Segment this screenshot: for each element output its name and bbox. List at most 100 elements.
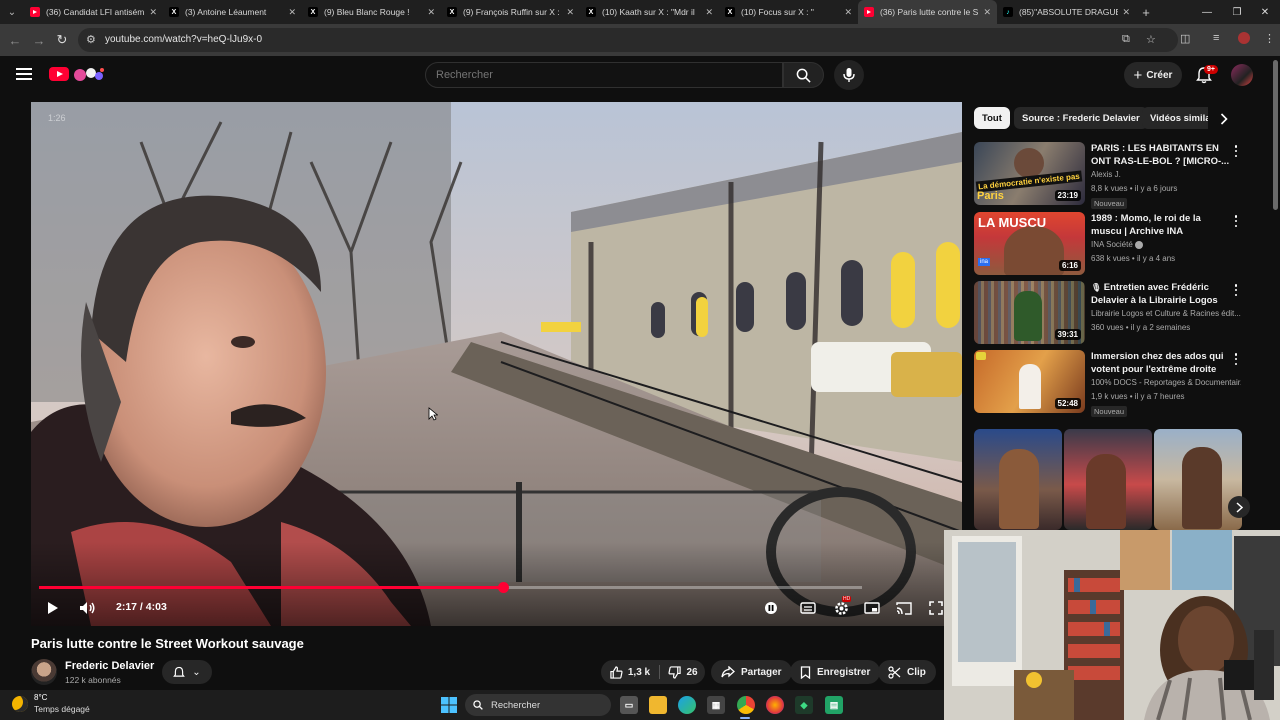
store-icon[interactable]: ▦ bbox=[707, 696, 725, 714]
address-bar[interactable]: ⚙ youtube.com/watch?v=heQ-lJu9x-0 ⧉ ☆ bbox=[78, 28, 1178, 52]
task-view-icon[interactable]: ▭ bbox=[620, 696, 638, 714]
voice-search-button[interactable] bbox=[834, 60, 864, 90]
weather-moon-icon[interactable] bbox=[12, 696, 28, 712]
chip-source[interactable]: Source : Frederic Delavier bbox=[1014, 107, 1148, 129]
browser-tab[interactable]: X (9) Bleu Blanc Rouge ! ✕ bbox=[302, 0, 441, 24]
miniplayer-button[interactable] bbox=[863, 598, 881, 618]
more-options-icon[interactable] bbox=[1232, 352, 1240, 366]
new-tab-button[interactable]: + bbox=[1136, 5, 1156, 20]
tab-close-icon[interactable]: ✕ bbox=[844, 7, 852, 18]
browser-tab[interactable]: (36) Candidat LFI antisém ✕ bbox=[24, 0, 163, 24]
browser-tab[interactable]: X (3) Antoine Léaument ✕ bbox=[163, 0, 302, 24]
autoplay-toggle[interactable] bbox=[763, 598, 779, 618]
reload-icon[interactable]: ↻ bbox=[53, 31, 71, 49]
chrome-browser-icon[interactable] bbox=[737, 696, 755, 714]
save-button[interactable]: Enregistrer bbox=[790, 660, 881, 684]
chips-next-button[interactable] bbox=[1215, 110, 1233, 128]
page-scrollbar[interactable] bbox=[1273, 60, 1278, 210]
progress-scrubber-handle[interactable] bbox=[498, 582, 509, 593]
tab-close-icon[interactable]: ✕ bbox=[149, 7, 157, 18]
create-button[interactable]: + Créer bbox=[1124, 62, 1182, 88]
install-app-icon[interactable]: ⧉ bbox=[1122, 33, 1130, 46]
youtube-logo[interactable] bbox=[49, 67, 69, 81]
tab-close-icon[interactable]: ✕ bbox=[288, 7, 296, 18]
dislike-button[interactable]: 26 bbox=[661, 660, 705, 684]
chip-similar[interactable]: Vidéos simila bbox=[1142, 107, 1208, 129]
channel-name[interactable]: Frederic Delavier bbox=[65, 660, 154, 672]
browser-menu-icon[interactable]: ⋮ bbox=[1264, 32, 1275, 45]
browser-tab[interactable]: X (10) Focus sur X : " ✕ bbox=[719, 0, 858, 24]
spreadsheet-app-icon[interactable]: ▤ bbox=[825, 696, 843, 714]
minimize-icon[interactable]: — bbox=[1192, 0, 1222, 24]
short-thumbnail[interactable] bbox=[974, 429, 1062, 530]
more-options-icon[interactable] bbox=[1232, 214, 1240, 228]
video-thumbnail[interactable]: La démocratie n'existe pas Paris 23:19 bbox=[974, 142, 1085, 205]
short-thumbnail[interactable] bbox=[1064, 429, 1152, 530]
recommendation-channel[interactable]: 100% DOCS - Reportages & Documentair... bbox=[1091, 378, 1241, 387]
cast-button[interactable] bbox=[895, 598, 913, 618]
fullscreen-button[interactable] bbox=[927, 598, 945, 618]
search-input[interactable] bbox=[425, 62, 783, 88]
progress-bar[interactable] bbox=[39, 582, 862, 593]
video-thumbnail[interactable]: 52:48 bbox=[974, 350, 1085, 413]
play-button[interactable] bbox=[44, 598, 62, 618]
video-player[interactable]: 1:26 2:17 / 4:03 HD bbox=[31, 102, 962, 626]
edge-browser-icon[interactable] bbox=[678, 696, 696, 714]
tab-close-icon[interactable]: ✕ bbox=[705, 7, 713, 18]
forward-arrow-icon[interactable]: → bbox=[30, 31, 48, 49]
extensions-icon[interactable]: ◫ bbox=[1180, 32, 1190, 45]
chip-all[interactable]: Tout bbox=[974, 107, 1010, 129]
recommendation-item[interactable]: 39:31 🎙 Entretien avec Frédéric Delavier… bbox=[974, 281, 1246, 345]
subscription-notifications-button[interactable]: ⌄ bbox=[162, 660, 212, 684]
windows-start-icon[interactable] bbox=[440, 696, 458, 714]
recommendation-channel[interactable]: Librairie Logos et Culture & Racines édi… bbox=[1091, 309, 1241, 318]
recommendation-title[interactable]: 1989 : Momo, le roi de la muscu | Archiv… bbox=[1091, 212, 1231, 238]
tab-close-icon[interactable]: ✕ bbox=[427, 7, 435, 18]
media-control-icon[interactable]: ≡ bbox=[1213, 32, 1219, 44]
taskbar-search[interactable]: Rechercher bbox=[465, 694, 611, 716]
recommendation-item[interactable]: La démocratie n'existe pas Paris 23:19 P… bbox=[974, 142, 1246, 209]
mute-button[interactable] bbox=[77, 598, 97, 618]
video-thumbnail[interactable]: LA MUSCU ina 6:16 bbox=[974, 212, 1085, 275]
share-button[interactable]: Partager bbox=[711, 660, 792, 684]
site-info-icon[interactable]: ⚙ bbox=[86, 33, 96, 46]
tab-close-icon[interactable]: ✕ bbox=[983, 7, 991, 18]
firefox-browser-icon[interactable] bbox=[766, 696, 784, 714]
recommendation-item[interactable]: LA MUSCU ina 6:16 1989 : Momo, le roi de… bbox=[974, 212, 1246, 276]
like-button[interactable]: 1,3 k bbox=[601, 660, 659, 684]
video-duration: 39:31 bbox=[1054, 329, 1081, 340]
browser-tab[interactable]: X (9) François Ruffin sur X : ✕ bbox=[441, 0, 580, 24]
file-explorer-icon[interactable] bbox=[649, 696, 667, 714]
tab-close-icon[interactable]: ✕ bbox=[566, 7, 574, 18]
recommendation-channel[interactable]: Alexis J. bbox=[1091, 170, 1241, 179]
tab-close-icon[interactable]: ✕ bbox=[1122, 7, 1130, 18]
channel-avatar[interactable] bbox=[31, 659, 57, 685]
profile-avatar[interactable] bbox=[1238, 32, 1250, 44]
close-window-icon[interactable]: ✕ bbox=[1250, 0, 1280, 24]
more-options-icon[interactable] bbox=[1232, 144, 1240, 158]
shorts-next-button[interactable] bbox=[1228, 496, 1250, 518]
back-arrow-icon[interactable]: ← bbox=[6, 31, 24, 49]
settings-button[interactable]: HD bbox=[831, 596, 852, 618]
short-thumbnail[interactable] bbox=[1154, 429, 1242, 530]
maximize-icon[interactable]: ❐ bbox=[1222, 0, 1252, 24]
more-options-icon[interactable] bbox=[1232, 283, 1240, 297]
bookmark-star-icon[interactable]: ☆ bbox=[1146, 33, 1156, 46]
search-button[interactable] bbox=[783, 62, 824, 88]
browser-tab[interactable]: X (10) Kaath sur X : "Mdr il ✕ bbox=[580, 0, 719, 24]
recommendation-channel[interactable]: INA Société bbox=[1091, 240, 1241, 249]
recommendation-item[interactable]: 52:48 Immersion chez des ados qui votent… bbox=[974, 350, 1246, 417]
recommendation-title[interactable]: 🎙 Entretien avec Frédéric Delavier à la … bbox=[1091, 281, 1231, 307]
app-icon[interactable]: ◆ bbox=[795, 696, 813, 714]
tab-search-button[interactable]: ⌄ bbox=[0, 0, 24, 24]
recommendation-title[interactable]: Immersion chez des ados qui votent pour … bbox=[1091, 350, 1231, 376]
browser-tab-active[interactable]: (36) Paris lutte contre le S ✕ bbox=[858, 0, 997, 24]
recommendation-title[interactable]: PARIS : LES HABITANTS EN ONT RAS-LE-BOL … bbox=[1091, 142, 1231, 168]
youtube-doodle-icon[interactable] bbox=[71, 65, 107, 83]
video-thumbnail[interactable]: 39:31 bbox=[974, 281, 1085, 344]
browser-tab[interactable]: ♪ (85)"ABSOLUTE DRAGUE ✕ bbox=[997, 0, 1136, 24]
account-avatar[interactable] bbox=[1231, 64, 1253, 86]
clip-button[interactable]: Clip bbox=[878, 660, 936, 684]
menu-hamburger-icon[interactable] bbox=[16, 68, 32, 80]
subtitles-button[interactable] bbox=[799, 598, 817, 618]
